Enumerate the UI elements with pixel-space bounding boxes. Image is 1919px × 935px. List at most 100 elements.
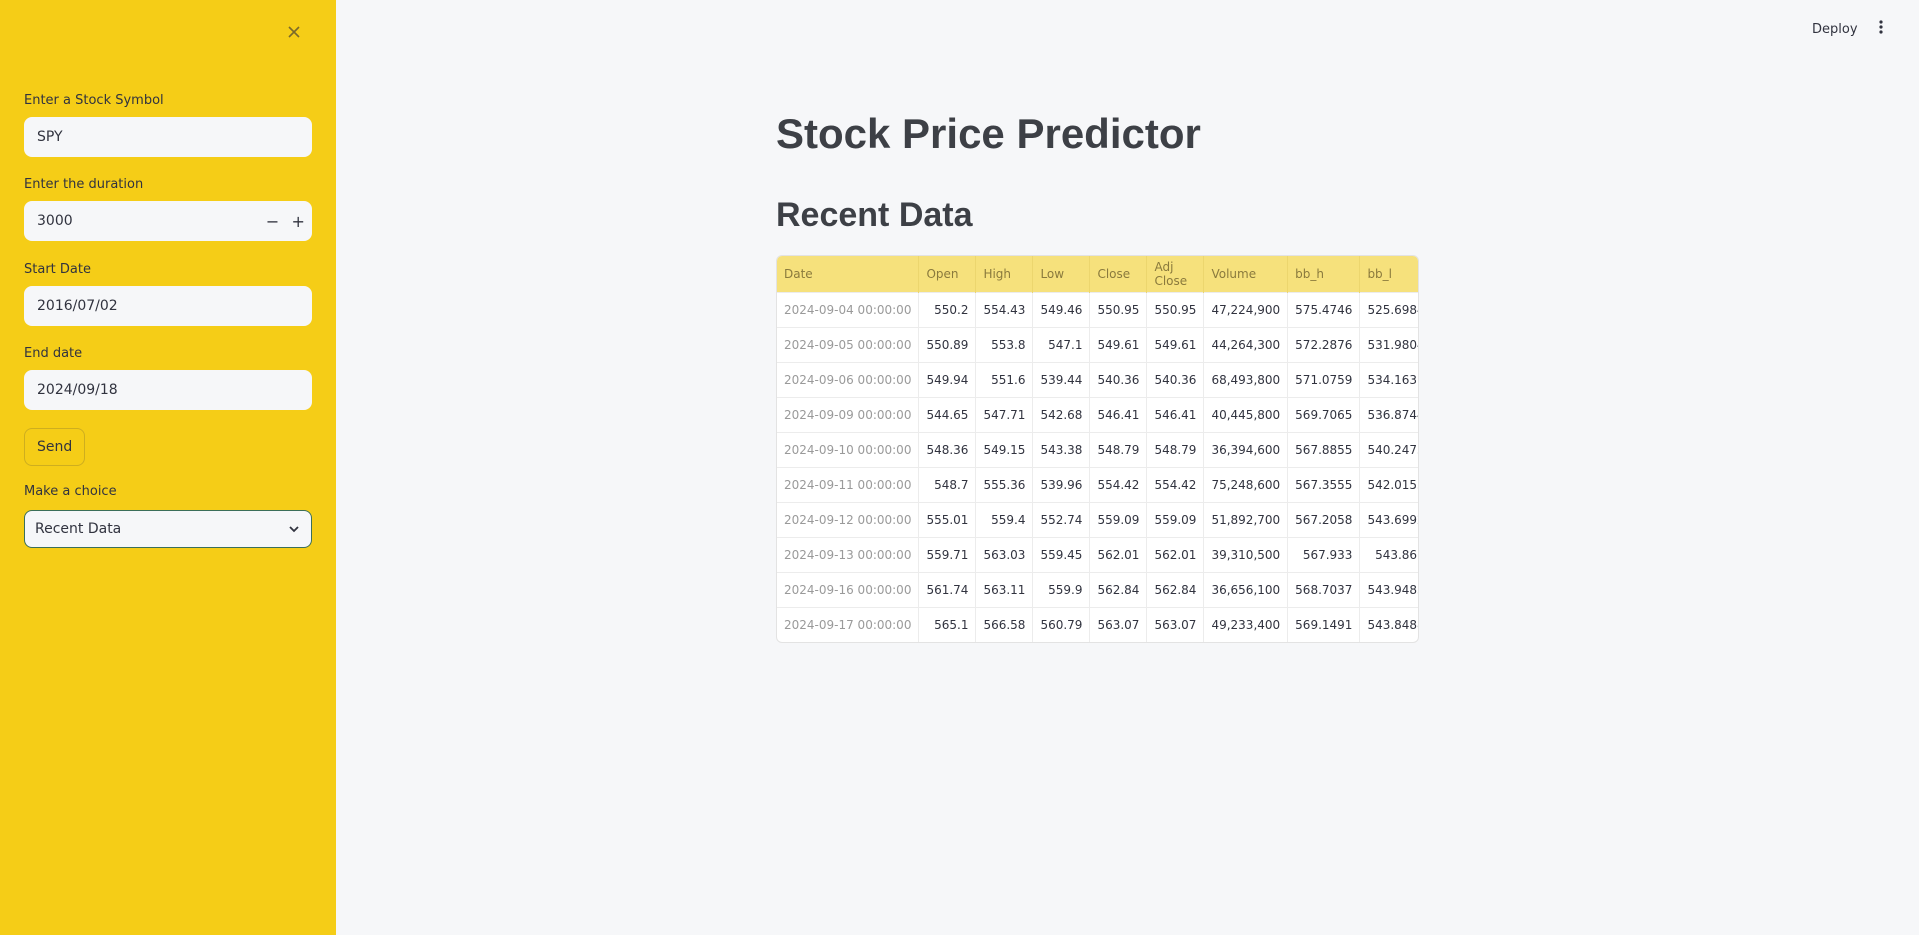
table-cell[interactable]: 539.96 [1032,466,1091,502]
increment-button[interactable]: + [285,201,311,241]
table-cell[interactable]: 559.9 [1032,571,1091,607]
table-cell-date[interactable]: 2024-09-17 00:00:00 [777,606,920,642]
table-cell[interactable]: 75,248,600 [1203,466,1289,502]
table-cell[interactable]: 559.09 [1089,501,1148,537]
table-cell[interactable]: 542.0155 [1359,466,1418,502]
table-cell[interactable]: 567.3555 [1287,466,1361,502]
table-cell[interactable]: 549.94 [918,361,977,397]
table-cell[interactable]: 546.41 [1089,396,1148,432]
column-header[interactable]: Open [918,256,977,292]
table-cell[interactable]: 549.61 [1089,326,1148,362]
table-cell[interactable]: 561.74 [918,571,977,607]
data-table[interactable]: Date Open High Low Close Adj Close Volume bb_h b… [776,255,1419,643]
symbol-field[interactable] [24,117,312,157]
table-cell[interactable]: 554.42 [1146,466,1205,502]
deploy-button[interactable]: Deploy [1812,22,1858,37]
send-button[interactable]: Send [24,428,86,466]
table-cell[interactable]: 549.61 [1146,326,1205,362]
table-cell-date[interactable]: 2024-09-11 00:00:00 [777,466,920,502]
table-cell[interactable]: 39,310,500 [1203,536,1289,572]
table-cell[interactable]: 548.79 [1089,431,1148,467]
table-cell[interactable]: 36,394,600 [1203,431,1289,467]
table-cell[interactable]: 543.9483 [1359,571,1418,607]
table-cell-date[interactable]: 2024-09-13 00:00:00 [777,536,920,572]
table-cell[interactable]: 559.4 [975,501,1034,537]
table-cell[interactable]: 559.71 [918,536,977,572]
table-cell[interactable]: 554.43 [975,291,1034,327]
table-cell[interactable]: 554.42 [1089,466,1148,502]
table-cell[interactable]: 546.41 [1146,396,1205,432]
decrement-button[interactable]: − [260,201,286,241]
column-header[interactable]: Volume [1203,256,1289,292]
column-header[interactable]: High [975,256,1034,292]
table-cell[interactable]: 49,233,400 [1203,606,1289,642]
table-cell[interactable]: 555.01 [918,501,977,537]
table-cell-date[interactable]: 2024-09-12 00:00:00 [777,501,920,537]
table-cell[interactable]: 567.8855 [1287,431,1361,467]
table-cell[interactable]: 562.01 [1146,536,1205,572]
table-cell[interactable]: 559.45 [1032,536,1091,572]
table-cell[interactable]: 551.6 [975,361,1034,397]
table-cell-date[interactable]: 2024-09-06 00:00:00 [777,361,920,397]
start-date-field[interactable] [24,286,312,326]
close-sidebar-button[interactable] [284,22,304,42]
table-cell[interactable]: 575.4746 [1287,291,1361,327]
table-cell[interactable]: 553.8 [975,326,1034,362]
table-cell[interactable]: 68,493,800 [1203,361,1289,397]
table-cell-date[interactable]: 2024-09-16 00:00:00 [777,571,920,607]
choice-select[interactable]: Recent Data [24,510,312,548]
table-cell[interactable]: 547.71 [975,396,1034,432]
table-cell[interactable]: 563.03 [975,536,1034,572]
table-cell[interactable]: 562.84 [1146,571,1205,607]
table-cell[interactable]: 568.7037 [1287,571,1361,607]
table-cell[interactable]: 47,224,900 [1203,291,1289,327]
table-cell[interactable]: 543.38 [1032,431,1091,467]
table-cell[interactable]: 549.15 [975,431,1034,467]
table-cell[interactable]: 40,445,800 [1203,396,1289,432]
table-cell[interactable]: 550.95 [1146,291,1205,327]
table-cell[interactable]: 562.84 [1089,571,1148,607]
table-cell[interactable]: 548.7 [918,466,977,502]
table-cell[interactable]: 572.2876 [1287,326,1361,362]
table-cell[interactable]: 543.6992 [1359,501,1418,537]
symbol-input[interactable] [35,128,301,146]
table-cell[interactable]: 559.09 [1146,501,1205,537]
table-cell[interactable]: 562.01 [1089,536,1148,572]
table-cell[interactable]: 550.95 [1089,291,1148,327]
table-cell[interactable]: 548.36 [918,431,977,467]
column-header[interactable]: bb_h [1287,256,1361,292]
table-cell[interactable]: 547.1 [1032,326,1091,362]
table-cell[interactable]: 571.0759 [1287,361,1361,397]
table-cell[interactable]: 36,656,100 [1203,571,1289,607]
table-cell-date[interactable]: 2024-09-05 00:00:00 [777,326,920,362]
table-cell[interactable]: 567.933 [1287,536,1361,572]
column-header[interactable]: Adj Close [1146,256,1205,292]
table-cell[interactable]: 549.46 [1032,291,1091,327]
column-header[interactable]: Date [777,256,920,292]
table-cell[interactable]: 550.2 [918,291,977,327]
table-cell[interactable]: 540.36 [1089,361,1148,397]
table-cell[interactable]: 550.89 [918,326,977,362]
table-cell[interactable]: 543.8488 [1359,606,1418,642]
table-cell[interactable]: 563.07 [1146,606,1205,642]
table-cell[interactable]: 534.1631 [1359,361,1418,397]
table-cell[interactable]: 566.58 [975,606,1034,642]
end-date-input[interactable] [35,381,301,399]
table-cell[interactable]: 44,264,300 [1203,326,1289,362]
table-cell[interactable]: 548.79 [1146,431,1205,467]
table-cell[interactable]: 51,892,700 [1203,501,1289,537]
main-menu-button[interactable] [1874,18,1888,42]
table-cell[interactable]: 567.2058 [1287,501,1361,537]
end-date-field[interactable] [24,370,312,410]
table-cell[interactable]: 544.65 [918,396,977,432]
table-cell[interactable]: 540.36 [1146,361,1205,397]
table-cell[interactable]: 525.6984 [1359,291,1418,327]
table-cell[interactable]: 543.866 [1359,536,1418,572]
table-cell[interactable]: 542.68 [1032,396,1091,432]
table-cell[interactable]: 563.11 [975,571,1034,607]
table-cell[interactable]: 536.8744 [1359,396,1418,432]
table-cell[interactable]: 569.1491 [1287,606,1361,642]
start-date-input[interactable] [35,297,301,315]
table-cell[interactable]: 552.74 [1032,501,1091,537]
table-cell[interactable]: 540.2475 [1359,431,1418,467]
